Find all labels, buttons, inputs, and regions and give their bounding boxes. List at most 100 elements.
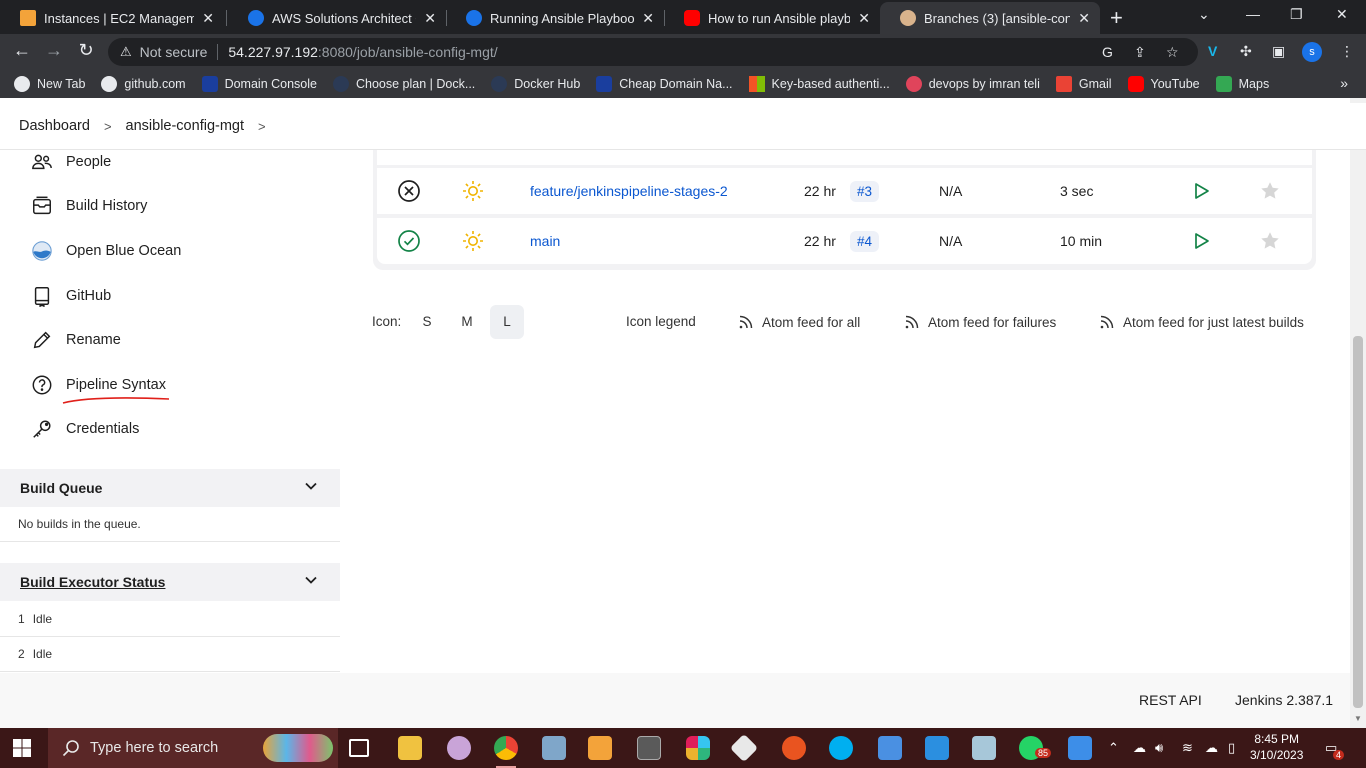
tab-close-icon[interactable]: ✕ bbox=[642, 10, 654, 27]
video-app-icon[interactable] bbox=[1068, 736, 1092, 760]
bookmark-docker-plan[interactable]: Choose plan | Dock... bbox=[333, 76, 475, 92]
profile-avatar[interactable]: s bbox=[1302, 42, 1322, 62]
app-icon[interactable] bbox=[447, 736, 471, 760]
bookmark-github[interactable]: github.com bbox=[101, 76, 186, 92]
file-explorer-icon[interactable] bbox=[398, 736, 422, 760]
sidebar-item-github[interactable]: GitHub bbox=[30, 281, 111, 311]
sidebar-item-blue-ocean[interactable]: Open Blue Ocean bbox=[30, 236, 181, 266]
chevron-right-icon[interactable]: > bbox=[104, 119, 112, 134]
jenkins-version-link[interactable]: Jenkins 2.387.1 bbox=[1235, 692, 1333, 708]
sidebar-item-people[interactable]: People bbox=[30, 147, 111, 177]
bookmark-gmail[interactable]: Gmail bbox=[1055, 76, 1112, 92]
favorite-star-icon[interactable] bbox=[1259, 218, 1281, 264]
minimize-button[interactable]: — bbox=[1246, 6, 1260, 22]
branch-link[interactable]: main bbox=[530, 218, 560, 264]
bookmark-cheap-domain[interactable]: Cheap Domain Na... bbox=[596, 76, 733, 92]
tab-search-icon[interactable]: ⌄ bbox=[1198, 6, 1210, 23]
bookmark-new-tab[interactable]: New Tab bbox=[14, 76, 85, 92]
executor-status-header[interactable]: Build Executor Status bbox=[0, 563, 340, 601]
windows-start-icon[interactable] bbox=[13, 739, 31, 757]
slack-icon[interactable] bbox=[686, 736, 710, 760]
atom-feed-all-link[interactable]: Atom feed for all bbox=[738, 314, 860, 330]
atom-feed-latest-link[interactable]: Atom feed for just latest builds bbox=[1099, 314, 1304, 330]
scroll-down-icon[interactable]: ▼ bbox=[1354, 714, 1362, 723]
taskbar-clock[interactable]: 8:45 PM 3/10/2023 bbox=[1250, 731, 1303, 763]
tray-chevron-up-icon[interactable]: ⌃ bbox=[1108, 740, 1119, 756]
address-bar[interactable]: ⚠ Not secure 54.227.97.192 :8080/job/ans… bbox=[108, 38, 1198, 66]
tab-running-ansible[interactable]: Running Ansible Playbook fro ✕ bbox=[446, 2, 664, 34]
tray-wifi-icon[interactable]: ≋ bbox=[1182, 740, 1193, 756]
chrome-icon[interactable] bbox=[494, 736, 518, 768]
close-window-button[interactable]: ✕ bbox=[1336, 6, 1348, 23]
snipping-tool-icon[interactable] bbox=[637, 736, 661, 760]
tab-close-icon[interactable]: ✕ bbox=[202, 10, 214, 27]
build-number-link[interactable]: #4 bbox=[850, 218, 880, 264]
tab-close-icon[interactable]: ✕ bbox=[1078, 10, 1090, 27]
build-number-link[interactable]: #3 bbox=[850, 168, 880, 214]
bookmark-devops[interactable]: devops by imran teli bbox=[905, 76, 1040, 92]
back-button[interactable]: ← bbox=[10, 40, 34, 61]
bookmark-docker-hub[interactable]: Docker Hub bbox=[491, 76, 580, 92]
tray-battery-icon[interactable]: ▯ bbox=[1228, 740, 1235, 756]
share-icon[interactable]: ⇪ bbox=[1134, 44, 1146, 61]
rest-api-link[interactable]: REST API bbox=[1139, 692, 1202, 708]
sidebar-item-credentials[interactable]: Credentials bbox=[30, 414, 139, 444]
tray-volume-icon[interactable]: 🔊︎ bbox=[1155, 740, 1163, 756]
bookmarks-overflow-icon[interactable]: » bbox=[1340, 75, 1348, 91]
executor-status-link[interactable]: Build Executor Status bbox=[20, 574, 165, 590]
icon-legend-link[interactable]: Icon legend bbox=[626, 314, 696, 329]
tab-ec2-instances[interactable]: Instances | EC2 Management ✕ bbox=[0, 2, 224, 34]
tab-aws-architect[interactable]: AWS Solutions Architect Cert ✕ bbox=[228, 2, 446, 34]
photos-icon[interactable] bbox=[542, 736, 566, 760]
image-viewer-icon[interactable] bbox=[878, 736, 902, 760]
skype-icon[interactable] bbox=[829, 736, 853, 760]
chevron-down-icon[interactable] bbox=[304, 573, 318, 590]
build-queue-header[interactable]: Build Queue bbox=[0, 469, 340, 507]
google-icon[interactable]: G bbox=[1102, 44, 1113, 60]
tray-onedrive-icon[interactable]: ☁ bbox=[1205, 740, 1218, 756]
bookmark-key-auth[interactable]: Key-based authenti... bbox=[748, 76, 890, 92]
ubuntu-icon[interactable] bbox=[782, 736, 806, 760]
forward-button[interactable]: → bbox=[42, 40, 66, 61]
tab-close-icon[interactable]: ✕ bbox=[424, 10, 436, 27]
tab-jenkins-branches[interactable]: Branches (3) [ansible-config- ✕ bbox=[880, 2, 1100, 34]
git-icon[interactable] bbox=[729, 733, 759, 763]
chevron-down-icon[interactable] bbox=[304, 479, 318, 496]
scroll-thumb[interactable] bbox=[1353, 336, 1363, 708]
sidebar-item-build-history[interactable]: Build History bbox=[30, 191, 147, 221]
bookmark-star-icon[interactable]: ☆ bbox=[1166, 44, 1179, 61]
icon-size-l[interactable]: L bbox=[490, 305, 524, 339]
bookmark-domain-console[interactable]: Domain Console bbox=[201, 76, 317, 92]
new-tab-button[interactable]: + bbox=[1110, 5, 1123, 31]
bookmark-maps[interactable]: Maps bbox=[1215, 76, 1269, 92]
schedule-build-icon[interactable] bbox=[1191, 168, 1211, 214]
restore-button[interactable]: ❐ bbox=[1290, 6, 1303, 23]
notepad-icon[interactable] bbox=[972, 736, 996, 760]
tray-network-icon[interactable]: ☁ bbox=[1133, 740, 1146, 756]
vscode-icon[interactable] bbox=[925, 736, 949, 760]
page-scrollbar[interactable]: ▲ ▼ bbox=[1350, 98, 1366, 728]
icon-size-s[interactable]: S bbox=[410, 305, 444, 339]
breadcrumb-dashboard[interactable]: Dashboard bbox=[19, 118, 90, 134]
vimeo-extension-icon[interactable]: V bbox=[1208, 43, 1217, 59]
favorite-star-icon[interactable] bbox=[1259, 168, 1281, 214]
reload-button[interactable]: ↻ bbox=[74, 40, 98, 61]
breadcrumb-job[interactable]: ansible-config-mgt bbox=[126, 118, 244, 134]
search-highlight-icon[interactable] bbox=[263, 734, 333, 762]
atom-feed-failures-link[interactable]: Atom feed for failures bbox=[904, 314, 1056, 330]
icon-size-m[interactable]: M bbox=[450, 305, 484, 339]
menu-kebab-icon[interactable]: ⋮ bbox=[1340, 43, 1354, 60]
schedule-build-icon[interactable] bbox=[1191, 218, 1211, 264]
sidebar-item-rename[interactable]: Rename bbox=[30, 325, 121, 355]
tab-close-icon[interactable]: ✕ bbox=[858, 10, 870, 27]
tab-youtube-ansible[interactable]: How to run Ansible playbook ✕ bbox=[664, 2, 880, 34]
side-panel-icon[interactable]: ▣ bbox=[1272, 43, 1285, 60]
media-player-icon[interactable] bbox=[588, 736, 612, 760]
extensions-icon[interactable]: ✣ bbox=[1240, 43, 1252, 60]
security-label[interactable]: Not secure bbox=[140, 44, 208, 60]
task-view-icon[interactable] bbox=[349, 739, 369, 757]
chevron-right-icon[interactable]: > bbox=[258, 119, 266, 134]
taskbar-search-input[interactable]: Type here to search bbox=[48, 728, 338, 768]
branch-link[interactable]: feature/jenkinspipeline-stages-2 bbox=[530, 168, 728, 214]
bookmark-youtube[interactable]: YouTube bbox=[1127, 76, 1200, 92]
